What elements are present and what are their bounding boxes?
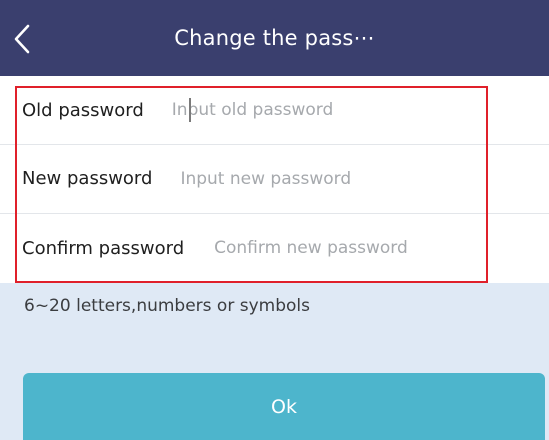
new-password-input[interactable] [180,168,471,189]
old-password-input[interactable] [171,100,462,120]
confirm-password-input[interactable] [214,238,505,258]
confirm-password-label: Confirm password [22,237,185,259]
header-bar: Change the pass⋯ [0,0,549,76]
text-cursor [189,98,191,122]
password-hint: 6~20 letters,numbers or symbols [24,296,310,316]
confirm-password-row: Confirm password [0,213,549,283]
new-password-row: New password [0,144,549,213]
chevron-left-icon [14,24,30,54]
old-password-row: Old password [0,76,549,144]
back-button[interactable] [10,24,34,54]
new-password-label: New password [22,168,153,189]
password-form: Old password New password Confirm passwo… [0,76,549,283]
page-title: Change the pass⋯ [174,26,375,50]
ok-button[interactable]: Ok [23,373,545,440]
old-password-label: Old password [22,99,144,121]
